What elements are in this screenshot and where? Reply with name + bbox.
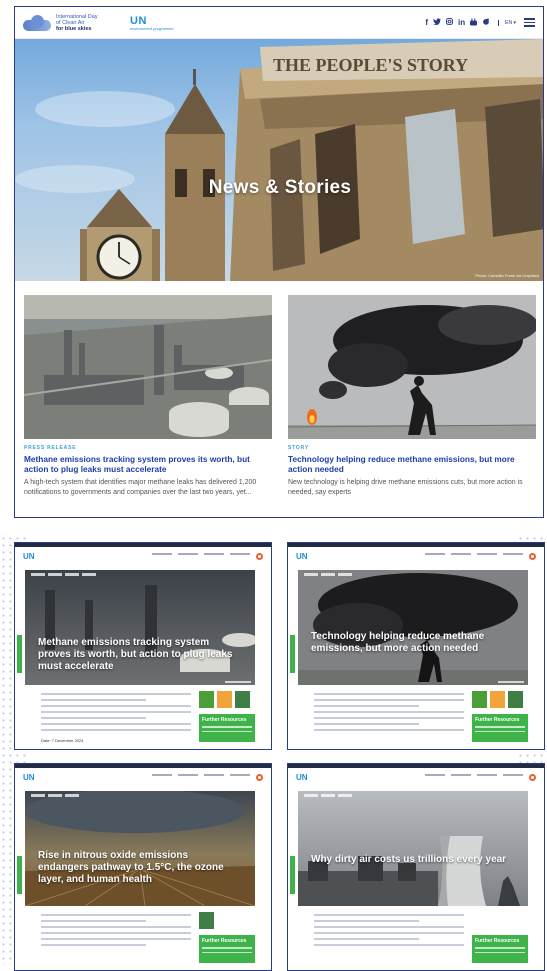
un-emblem-icon [256,773,263,781]
mini-nav [425,773,536,781]
photo-credit: Photo: Camellia Frank via Unsplash [475,273,539,278]
site-header: International Day of Clean Air for blue … [15,7,543,39]
clean-air-day-logo[interactable]: International Day of Clean Air for blue … [56,14,116,32]
sdg-tiles [472,691,523,708]
page-title: News & Stories [208,177,352,198]
article-date: Date: 7 December 2024 [41,738,84,743]
mini-un-logo: UN [23,551,35,561]
smoke-image[interactable] [288,295,536,439]
mini-nav [425,552,536,560]
language-selector[interactable]: EN ▾ [498,19,516,26]
further-resources-label: Further Resources [475,717,520,723]
further-resources-label: Further Resources [202,938,247,944]
un-environment-logo[interactable]: UN environment programme [130,15,174,31]
further-resources-label: Further Resources [475,938,520,944]
sdg-tile[interactable] [235,691,250,708]
breadcrumb [31,794,79,797]
article-body [41,914,191,950]
news-card[interactable]: STORY Technology helping reduce methane … [288,295,536,497]
news-card[interactable]: PRESS RELEASE Methane emissions tracking… [24,295,272,497]
sdg-tile[interactable] [199,912,214,929]
mini-header: UN [15,764,271,786]
card-title-link[interactable]: Technology helping reduce methane emissi… [288,454,536,474]
news-stories-page: International Day of Clean Air for blue … [14,6,544,518]
mini-hero-image: Methane emissions tracking system proves… [25,570,255,685]
breadcrumb [31,573,96,576]
sdg-tiles [199,691,250,708]
card-tag: PRESS RELEASE [24,445,77,451]
menu-icon[interactable] [524,18,535,27]
mini-un-logo: UN [23,772,35,782]
mini-header: UN [288,543,544,565]
cloud-logo-icon[interactable] [23,14,51,31]
social-links: f in [425,18,490,28]
share-sidebar[interactable] [17,856,22,894]
article-body [314,914,464,950]
breadcrumb [304,573,352,576]
share-sidebar[interactable] [17,635,22,673]
logo-line-3: for blue skies [56,25,92,32]
card-description: A high-tech system that identifies major… [24,479,257,496]
card-title-link[interactable]: Methane emissions tracking system proves… [24,454,272,474]
article-title: Why dirty air costs us trillions every y… [311,854,507,865]
twitter-icon[interactable] [433,18,442,27]
sdg-tile[interactable] [217,691,232,708]
share-sidebar[interactable] [290,635,295,673]
breadcrumb [304,794,352,797]
sdg-tile[interactable] [508,691,523,708]
article-preview-technology-methane[interactable]: UN Technology helping reduce methane emi… [287,542,545,750]
sign-text: THE PEOPLE'S STORY [273,55,468,75]
un-logo-subtitle: environment programme [130,25,174,31]
language-label: EN [505,19,513,26]
un-emblem-icon [529,552,536,560]
article-title: Technology helping reduce methane emissi… [311,631,485,654]
further-resources-box[interactable]: Further Resources [199,714,255,742]
article-preview-dirty-air[interactable]: UN Why dirty air costs us trillions ever… [287,763,545,971]
hero-image: THE PEOPLE'S STORY [15,39,543,281]
card-description: New technology is helping drive methane … [288,479,523,496]
mini-hero-image: Technology helping reduce methane emissi… [298,570,528,685]
article-body [41,693,191,735]
mini-nav [152,552,263,560]
un-emblem-icon [529,773,536,781]
further-resources-box[interactable]: Further Resources [472,714,528,742]
linkedin-icon[interactable]: in [458,18,465,27]
flickr-icon[interactable] [482,18,490,27]
refinery-image[interactable] [24,295,272,439]
article-title: Rise in nitrous oxide emissions endanger… [38,850,224,885]
mini-un-logo: UN [296,551,308,561]
article-preview-methane-tracking[interactable]: UN Methane emissions tracking system pro… [14,542,272,750]
news-card-list: PRESS RELEASE Methane emissions tracking… [24,295,536,497]
mini-un-logo: UN [296,772,308,782]
mini-hero-image: Why dirty air costs us trillions every y… [298,791,528,906]
un-logo-text: UN [130,14,147,27]
mini-hero-image: Rise in nitrous oxide emissions endanger… [25,791,255,906]
article-title: Methane emissions tracking system proves… [38,637,233,672]
further-resources-box[interactable]: Further Resources [472,935,528,963]
hero-banner: THE PEOPLE'S STORY News & Stories Photo:… [15,39,543,281]
further-resources-label: Further Resources [202,717,247,723]
sdg-tile[interactable] [490,691,505,708]
article-body [314,693,464,735]
mini-header: UN [288,764,544,786]
sdg-tile[interactable] [472,691,487,708]
un-emblem-icon [256,552,263,560]
share-sidebar[interactable] [290,856,295,894]
mini-header: UN [15,543,271,565]
card-tag: STORY [288,445,309,451]
sdg-tile[interactable] [199,691,214,708]
facebook-icon[interactable]: f [425,18,428,27]
article-preview-nitrous-oxide[interactable]: UN Rise in nitrous oxide emissions endan… [14,763,272,971]
sdg-tiles [199,912,214,929]
mini-nav [152,773,263,781]
youtube-icon[interactable] [470,18,478,28]
further-resources-box[interactable]: Further Resources [199,935,255,963]
instagram-icon[interactable] [446,18,453,27]
